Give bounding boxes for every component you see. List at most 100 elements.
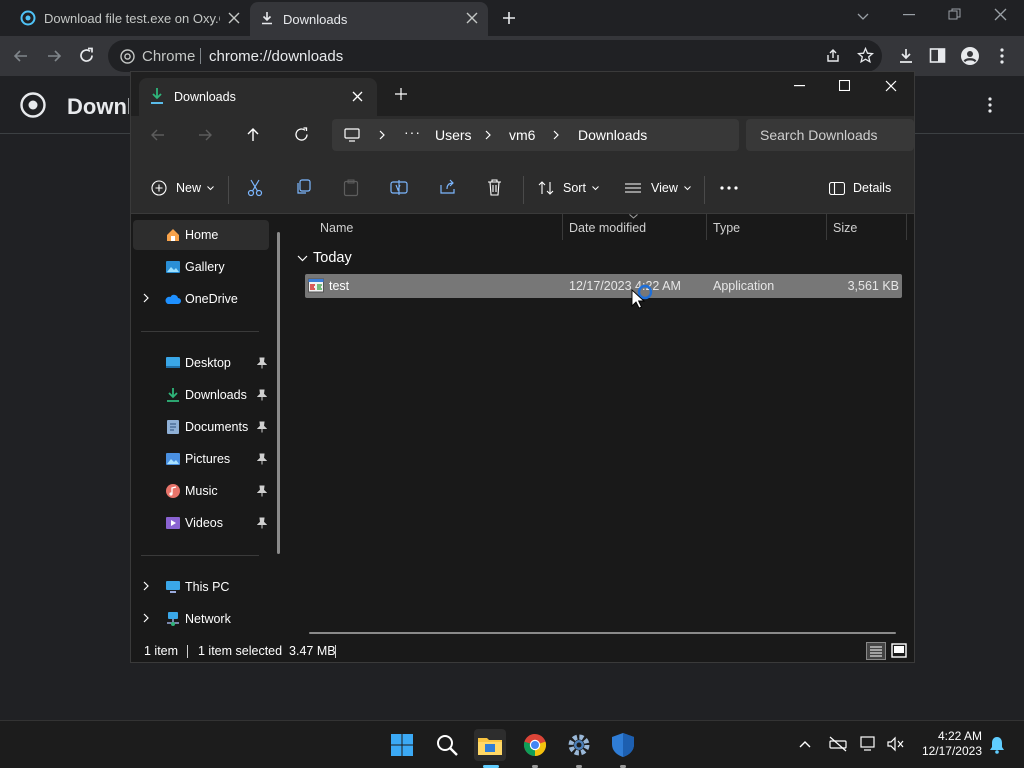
view-button[interactable]: View [625,166,691,210]
taskbar-settings[interactable] [563,729,595,761]
group-label: Today [313,250,352,266]
nav-item-videos[interactable]: Videos [133,508,269,538]
chrome-menu-icon[interactable] [999,48,1005,64]
file-row-test[interactable]: test 12/17/2023 4:22 AM Application 3,56… [305,274,902,298]
reload-icon[interactable] [78,47,95,64]
explorer-tab-downloads[interactable]: Downloads [139,78,377,116]
pin-icon[interactable] [257,485,267,497]
nav-item-documents[interactable]: Documents [133,412,269,442]
network-display-icon[interactable] [860,736,878,752]
view-list-icon [625,183,641,193]
maximize-icon[interactable] [839,80,850,91]
column-separator[interactable] [906,214,907,240]
column-header-date-modified[interactable]: Date modified [569,214,646,242]
volume-muted-icon[interactable] [887,736,905,752]
nav-item-downloads[interactable]: Downloads [133,380,269,410]
chevron-right-icon[interactable] [143,581,149,591]
back-icon[interactable] [13,48,29,64]
column-separator[interactable] [826,214,827,240]
new-button[interactable]: New [151,166,214,210]
new-tab-icon[interactable] [501,10,517,26]
search-button[interactable] [431,729,463,761]
search-box[interactable]: Search Downloads [746,119,914,151]
address-bar[interactable]: ··· Users vm6 Downloads [332,119,739,151]
nav-item-home[interactable]: Home [133,220,269,250]
nav-item-music[interactable]: Music [133,476,269,506]
ellipsis-icon[interactable]: ··· [404,124,421,140]
pin-icon[interactable] [257,453,267,465]
column-header-size[interactable]: Size [833,214,857,242]
refresh-icon[interactable] [294,127,309,142]
chevron-right-icon[interactable] [143,613,149,623]
close-icon[interactable] [228,12,240,24]
copy-icon[interactable] [295,179,311,196]
nav-item-desktop[interactable]: Desktop [133,348,269,378]
sort-button[interactable]: Sort [538,166,599,210]
omnibox-url[interactable]: chrome://downloads [209,48,343,65]
details-view-icon[interactable] [866,642,886,660]
drive-offline-icon[interactable] [829,736,847,752]
breadcrumb-vm6[interactable]: vm6 [509,127,535,143]
clock-time: 4:22 AM [937,729,982,743]
close-icon[interactable] [466,12,478,24]
forward-icon[interactable] [198,128,213,142]
chevron-up-icon[interactable] [799,740,811,748]
share-icon[interactable] [825,48,841,64]
close-icon[interactable] [352,91,363,102]
pin-icon[interactable] [257,357,267,369]
start-button[interactable] [386,729,418,761]
omnibox[interactable]: Chrome chrome://downloads [108,40,882,72]
breadcrumb-users[interactable]: Users [435,127,472,143]
column-header-name[interactable]: Name [320,214,353,242]
breadcrumb-downloads[interactable]: Downloads [578,127,647,143]
tiles-view-icon[interactable] [890,642,908,660]
pin-icon[interactable] [257,421,267,433]
chrome-tab-oxy[interactable]: Download file test.exe on Oxy.Cl [8,0,248,36]
taskbar-defender[interactable] [607,729,639,761]
nav-item-pictures[interactable]: Pictures [133,444,269,474]
horizontal-scrollbar[interactable] [309,632,896,634]
nav-item-gallery[interactable]: Gallery [133,252,269,282]
rename-icon[interactable] [390,179,408,196]
details-button[interactable]: Details [829,166,891,210]
paste-icon[interactable] [343,179,359,197]
notification-bell-icon[interactable] [989,736,1005,754]
forward-icon[interactable] [46,48,62,64]
restore-icon[interactable] [948,8,961,21]
taskbar-file-explorer[interactable] [474,729,506,761]
bookmark-star-icon[interactable] [857,47,874,64]
nav-scrollbar[interactable] [277,232,280,554]
chevron-right-icon[interactable] [143,293,149,303]
system-clock[interactable]: 4:22 AM 12/17/2023 [912,729,982,759]
column-separator[interactable] [706,214,707,240]
side-panel-icon[interactable] [929,47,946,64]
download-icon [262,12,272,25]
nav-label: OneDrive [185,292,238,306]
minimize-icon[interactable] [794,85,805,87]
nav-item-this-pc[interactable]: This PC [133,572,269,602]
profile-avatar-icon[interactable] [960,46,980,66]
cut-icon[interactable] [247,179,263,197]
taskbar-chrome[interactable] [519,729,551,761]
close-window-icon[interactable] [994,8,1007,21]
more-actions-icon[interactable] [987,97,993,113]
delete-icon[interactable] [487,179,502,196]
column-header-type[interactable]: Type [713,214,740,242]
share-icon[interactable] [439,179,456,195]
downloads-icon[interactable] [897,47,915,65]
close-window-icon[interactable] [885,80,897,92]
pin-icon[interactable] [257,517,267,529]
up-icon[interactable] [246,127,260,142]
nav-item-onedrive[interactable]: OneDrive [133,284,269,314]
column-separator[interactable] [562,214,563,240]
pin-icon[interactable] [257,389,267,401]
minimize-icon[interactable] [903,14,915,16]
group-header-today[interactable]: Today [297,248,352,268]
new-tab-icon[interactable] [395,88,407,100]
nav-item-network[interactable]: Network [133,604,269,634]
nav-label: Videos [185,516,223,530]
more-options-icon[interactable] [720,186,738,190]
back-icon[interactable] [150,128,165,142]
chrome-tab-downloads[interactable]: Downloads [250,2,488,36]
tab-search-icon[interactable] [856,9,870,23]
